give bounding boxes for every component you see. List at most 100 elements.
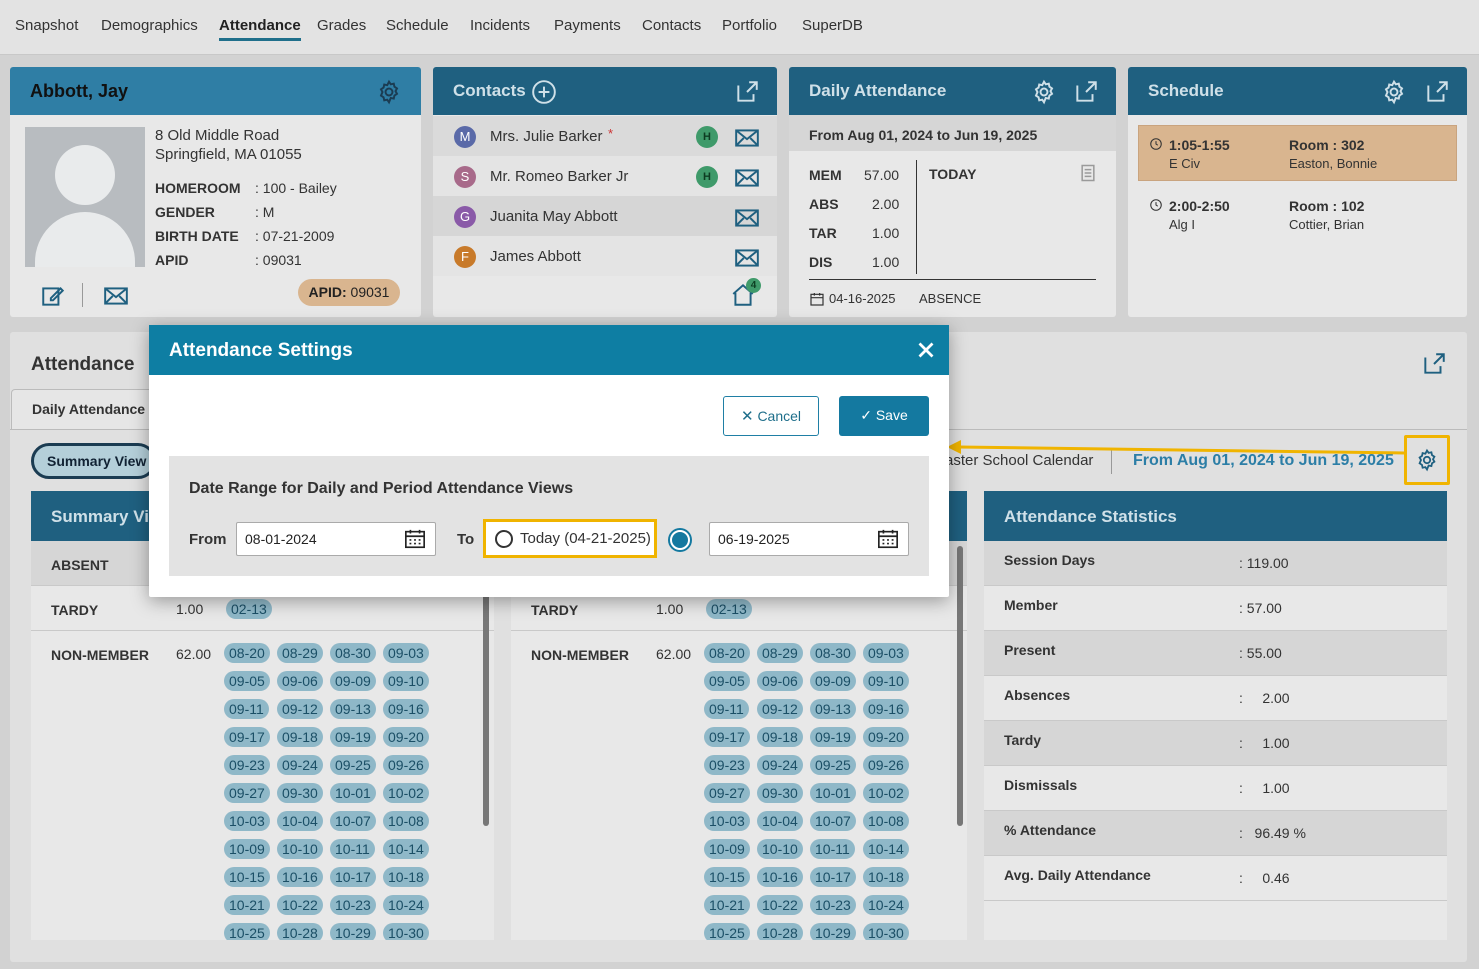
date-chip[interactable]: 09-09 bbox=[810, 671, 856, 691]
date-chip[interactable]: 10-28 bbox=[757, 923, 803, 940]
tab-attendance[interactable]: Attendance bbox=[219, 17, 301, 41]
date-chip[interactable]: 09-24 bbox=[757, 755, 803, 775]
date-chip[interactable]: 09-13 bbox=[810, 699, 856, 719]
tab-schedule[interactable]: Schedule bbox=[386, 17, 449, 34]
date-chip[interactable]: 10-11 bbox=[330, 839, 375, 859]
mail-icon[interactable] bbox=[734, 165, 760, 191]
contact-name[interactable]: Mrs. Julie Barker bbox=[490, 128, 603, 145]
contact-name[interactable]: James Abbott bbox=[490, 248, 581, 265]
date-chip[interactable]: 09-12 bbox=[277, 699, 323, 719]
date-chip[interactable]: 09-05 bbox=[704, 671, 750, 691]
date-chip[interactable]: 09-18 bbox=[277, 727, 323, 747]
save-button[interactable]: ✓ Save bbox=[839, 396, 929, 436]
date-chip[interactable]: 09-05 bbox=[224, 671, 270, 691]
date-chip[interactable]: 10-04 bbox=[277, 811, 323, 831]
date-chip[interactable]: 09-26 bbox=[383, 755, 429, 775]
date-chip[interactable]: 10-14 bbox=[383, 839, 429, 859]
gear-icon[interactable] bbox=[376, 79, 402, 105]
date-chip[interactable]: 09-27 bbox=[704, 783, 750, 803]
tab-demographics[interactable]: Demographics bbox=[101, 17, 198, 34]
from-date-input[interactable]: 08-01-2024 bbox=[236, 522, 436, 556]
date-chip[interactable]: 10-24 bbox=[863, 895, 909, 915]
date-chip[interactable]: 10-24 bbox=[383, 895, 429, 915]
contact-name[interactable]: Mr. Romeo Barker Jr bbox=[490, 168, 628, 185]
date-chip[interactable]: 09-20 bbox=[383, 727, 429, 747]
date-chip[interactable]: 10-03 bbox=[224, 811, 270, 831]
date-chip[interactable]: 09-12 bbox=[757, 699, 803, 719]
date-chip[interactable]: 10-29 bbox=[330, 923, 376, 940]
date-chip[interactable]: 10-02 bbox=[383, 783, 429, 803]
date-chip[interactable]: 08-29 bbox=[277, 643, 323, 663]
date-chip[interactable]: 10-03 bbox=[704, 811, 750, 831]
tab-incidents[interactable]: Incidents bbox=[470, 17, 530, 34]
open-external-icon[interactable] bbox=[1073, 79, 1099, 105]
date-chip[interactable]: 09-24 bbox=[277, 755, 323, 775]
date-chip[interactable]: 10-02 bbox=[863, 783, 909, 803]
date-chip[interactable]: 10-01 bbox=[810, 783, 856, 803]
edit-icon[interactable] bbox=[40, 283, 66, 309]
date-chip[interactable]: 09-06 bbox=[277, 671, 323, 691]
date-chip[interactable]: 09-09 bbox=[330, 671, 376, 691]
date-chip[interactable]: 09-25 bbox=[810, 755, 856, 775]
date-chip[interactable]: 10-04 bbox=[757, 811, 803, 831]
date-chip[interactable]: 10-22 bbox=[277, 895, 323, 915]
date-chip[interactable]: 09-13 bbox=[330, 699, 376, 719]
date-chip[interactable]: 10-22 bbox=[757, 895, 803, 915]
date-chip[interactable]: 09-18 bbox=[757, 727, 803, 747]
date-chip[interactable]: 02-13 bbox=[706, 599, 752, 619]
mail-icon[interactable] bbox=[103, 283, 129, 309]
date-chip[interactable]: 10-30 bbox=[383, 923, 429, 940]
date-chip[interactable]: 10-09 bbox=[704, 839, 750, 859]
date-chip[interactable]: 10-25 bbox=[704, 923, 750, 940]
date-chip[interactable]: 09-23 bbox=[704, 755, 750, 775]
mail-icon[interactable] bbox=[734, 205, 760, 231]
schedule-item-current[interactable] bbox=[1138, 125, 1457, 181]
date-chip[interactable]: 09-20 bbox=[863, 727, 909, 747]
date-chip[interactable]: 09-19 bbox=[330, 727, 376, 747]
date-chip[interactable]: 09-27 bbox=[224, 783, 270, 803]
date-chip[interactable]: 08-30 bbox=[330, 643, 376, 663]
date-chip[interactable]: 09-30 bbox=[757, 783, 803, 803]
date-chip[interactable]: 09-10 bbox=[383, 671, 429, 691]
to-date-input[interactable]: 06-19-2025 bbox=[709, 522, 909, 556]
mail-icon[interactable] bbox=[734, 125, 760, 151]
scrollbar[interactable] bbox=[957, 546, 963, 826]
date-chip[interactable]: 09-30 bbox=[277, 783, 323, 803]
mail-icon[interactable] bbox=[734, 245, 760, 271]
open-external-icon[interactable] bbox=[1424, 79, 1450, 105]
open-external-icon[interactable] bbox=[1421, 351, 1447, 377]
date-chip[interactable]: 10-08 bbox=[383, 811, 429, 831]
date-chip[interactable]: 10-11 bbox=[810, 839, 855, 859]
date-chip[interactable]: 10-15 bbox=[224, 867, 270, 887]
date-chip[interactable]: 10-16 bbox=[757, 867, 803, 887]
tab-contacts[interactable]: Contacts bbox=[642, 17, 701, 34]
cancel-button[interactable]: ✕ Cancel bbox=[723, 396, 819, 436]
close-icon[interactable] bbox=[913, 337, 939, 363]
today-radio[interactable] bbox=[495, 530, 513, 548]
date-chip[interactable]: 09-23 bbox=[224, 755, 270, 775]
date-chip[interactable]: 10-17 bbox=[330, 867, 376, 887]
list-item[interactable] bbox=[433, 236, 777, 276]
gear-icon[interactable] bbox=[1381, 79, 1407, 105]
date-chip[interactable]: 10-21 bbox=[224, 895, 270, 915]
date-chip[interactable]: 10-28 bbox=[277, 923, 323, 940]
date-chip[interactable]: 10-29 bbox=[810, 923, 856, 940]
date-chip[interactable]: 09-19 bbox=[810, 727, 856, 747]
date-chip[interactable]: 08-30 bbox=[810, 643, 856, 663]
date-chip[interactable]: 10-21 bbox=[704, 895, 750, 915]
tab-snapshot[interactable]: Snapshot bbox=[15, 17, 78, 34]
calendar-icon[interactable] bbox=[404, 528, 426, 550]
open-external-icon[interactable] bbox=[734, 79, 760, 105]
date-chip[interactable]: 08-29 bbox=[757, 643, 803, 663]
date-chip[interactable]: 09-11 bbox=[224, 699, 269, 719]
date-chip[interactable]: 10-01 bbox=[330, 783, 376, 803]
date-chip[interactable]: 10-10 bbox=[277, 839, 323, 859]
date-chip[interactable]: 09-06 bbox=[757, 671, 803, 691]
date-chip[interactable]: 10-23 bbox=[330, 895, 376, 915]
date-chip[interactable]: 10-17 bbox=[810, 867, 856, 887]
date-chip[interactable]: 09-03 bbox=[383, 643, 429, 663]
note-icon[interactable] bbox=[1078, 162, 1098, 184]
date-chip[interactable]: 10-14 bbox=[863, 839, 909, 859]
gear-icon[interactable] bbox=[1415, 448, 1439, 472]
contact-name[interactable]: Juanita May Abbott bbox=[490, 208, 618, 225]
